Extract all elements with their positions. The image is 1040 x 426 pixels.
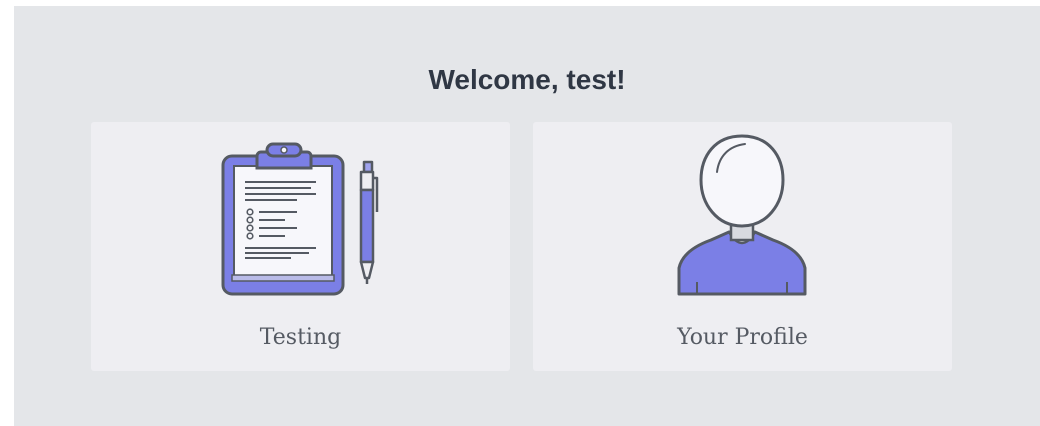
your-profile-card[interactable]: Your Profile bbox=[533, 122, 952, 371]
testing-label: Testing bbox=[259, 325, 342, 350]
testing-card[interactable]: Testing bbox=[91, 122, 510, 371]
welcome-heading: Welcome, test! bbox=[428, 64, 626, 95]
dashboard-panel: Welcome, test! Testing Your Profile bbox=[14, 6, 1040, 426]
clipboard-pen-icon bbox=[221, 142, 379, 296]
your-profile-label: Your Profile bbox=[677, 325, 808, 350]
user-profile-icon bbox=[677, 134, 807, 296]
